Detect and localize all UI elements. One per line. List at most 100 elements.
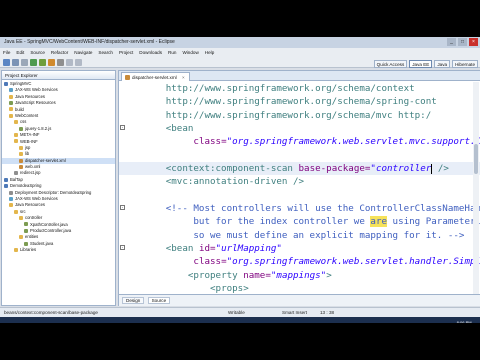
tree-item-label: entities (25, 234, 39, 240)
code-line: http://www.springframework.org/schema/co… (119, 82, 480, 95)
minimize-icon[interactable]: _ (447, 38, 456, 46)
tree-item-label: redirect.jsp (20, 170, 41, 176)
folder-icon (14, 209, 18, 214)
forward-icon[interactable] (75, 58, 82, 66)
source-editor[interactable]: http://www.springframework.org/schema/co… (119, 82, 480, 294)
tab-close-icon[interactable]: × (182, 75, 185, 80)
tree-item-label: web.xml (25, 164, 41, 170)
code-comment: but for the index controller we (165, 216, 371, 228)
xml-file-icon (19, 164, 23, 169)
tree-item-label: controller (25, 215, 43, 221)
code-attribute: class= (193, 256, 227, 268)
editor-tabs: dispatcher-servlet.xml × (119, 71, 480, 81)
code-comment: using Parameterizable (392, 216, 480, 228)
code-value: "controller (370, 163, 432, 175)
menu-item-project[interactable]: Project (119, 48, 133, 57)
code-tag: > (326, 269, 332, 281)
code-tag: <mvc:annotation-driven /> (165, 176, 305, 188)
server-icon[interactable] (48, 58, 55, 66)
tree-item-label: JavaScript Resources (15, 100, 56, 106)
code-line: class="org.springframework.web.servlet.h… (119, 255, 480, 268)
tab-dispatcher-servlet[interactable]: dispatcher-servlet.xml × (121, 72, 190, 81)
code-comment: so we must define an explicit mapping fo… (165, 229, 465, 241)
scrollbar-thumb[interactable] (474, 144, 478, 174)
code-line: class="org.springframework.web.servlet.m… (119, 135, 480, 148)
tree-item-label: META-INF (20, 132, 40, 138)
menu-item-source[interactable]: Source (30, 48, 45, 57)
maximize-icon[interactable]: □ (458, 38, 467, 46)
perspective-java[interactable]: Java (434, 59, 451, 68)
folder-icon (9, 94, 13, 99)
save-icon[interactable] (12, 58, 19, 66)
code-value: "mappings" (270, 269, 327, 281)
code-line: - <!-- Most controllers will use the Con… (119, 202, 480, 215)
code-tag: /> (432, 163, 449, 175)
menu-item-run[interactable]: Run (168, 48, 176, 57)
tree-item-label: XpathController.java (30, 221, 68, 227)
window-controls: _ □ × (447, 38, 478, 46)
code-line: so we must define an explicit mapping fo… (119, 229, 480, 242)
code-value: "org.springframework.web.servlet.handler… (226, 256, 480, 268)
code-tag: <property (187, 269, 238, 281)
tree-item-label: BalTap (10, 176, 23, 182)
editor-mode-tabs: Design Source (119, 294, 480, 306)
project-icon (4, 177, 8, 182)
debug-icon[interactable] (39, 58, 46, 66)
folder-icon (9, 113, 13, 118)
search-icon[interactable] (57, 58, 64, 66)
tab-design[interactable]: Design (122, 297, 145, 304)
tab-label: dispatcher-servlet.xml (132, 75, 177, 80)
perspective-hibernate[interactable]: Hibernate (452, 59, 478, 68)
tree-item-label: JAX-WS Web Services (15, 87, 58, 93)
menu-bar: File Edit Source Refactor Navigate Search Proj… (0, 48, 480, 57)
menu-item-downloads[interactable]: Downloads (139, 48, 162, 57)
menu-item-navigate[interactable]: Navigate (74, 48, 92, 57)
folder-icon (14, 248, 18, 253)
code-value: "urlMapping" (215, 243, 282, 255)
java-file-icon (24, 222, 28, 227)
tree-item-label: jsp (25, 144, 31, 150)
file-icon (9, 190, 13, 195)
java-file-icon (9, 101, 13, 106)
print-icon[interactable] (21, 58, 28, 66)
tree-item[interactable]: Libraries (2, 247, 115, 253)
folder-icon (14, 139, 18, 144)
tree-item-label: build (15, 106, 24, 112)
tree-item-label: lib (25, 151, 30, 157)
code-attribute: class= (193, 136, 227, 148)
menu-item-edit[interactable]: Edit (16, 48, 24, 57)
clock-time: 8:06 PM (456, 320, 472, 323)
project-explorer-title: Project Explorer (2, 71, 115, 80)
tree-item-label: DemoIdeaSpring (10, 183, 42, 189)
menu-item-search[interactable]: Search (98, 48, 113, 57)
code-line: <property name="mappings"> (119, 269, 480, 282)
tree-item-label: Student.java (30, 240, 54, 246)
tab-source[interactable]: Source (147, 297, 171, 304)
vertical-scrollbar[interactable] (473, 82, 479, 294)
folder-icon (14, 120, 18, 125)
project-icon (4, 184, 8, 189)
perspective-java-ee[interactable]: Java EE (409, 59, 433, 68)
folder-icon (9, 107, 13, 112)
java-file-icon (24, 228, 28, 233)
quick-access-field[interactable]: Quick Access (373, 59, 408, 68)
code-comment: <!-- Most controllers will use the Contr… (165, 203, 480, 215)
eclipse-window: Java EE - SpringMVC/WebContent/WEB-INF/d… (0, 37, 480, 323)
code-attribute: name= (237, 269, 271, 281)
tree-item-label: Java Resources (15, 202, 46, 208)
fold-marker-icon: - (120, 245, 125, 251)
folder-icon (9, 203, 13, 208)
code-comment-highlight: are (370, 216, 388, 228)
menu-item-file[interactable]: File (3, 48, 10, 57)
menu-item-window[interactable]: Window (182, 48, 198, 57)
new-icon[interactable] (3, 58, 10, 66)
tree-item-label: Deployment Descriptor: DemoIdeaSpring (15, 189, 92, 195)
run-icon[interactable] (30, 58, 37, 66)
back-icon[interactable] (66, 58, 73, 66)
menu-item-help[interactable]: Help (205, 48, 214, 57)
code-line: <context:component-scan base-package="co… (119, 162, 480, 176)
close-icon[interactable]: × (469, 38, 478, 46)
code-tag: <bean (165, 123, 194, 135)
menu-item-refactor[interactable]: Refactor (51, 48, 68, 57)
